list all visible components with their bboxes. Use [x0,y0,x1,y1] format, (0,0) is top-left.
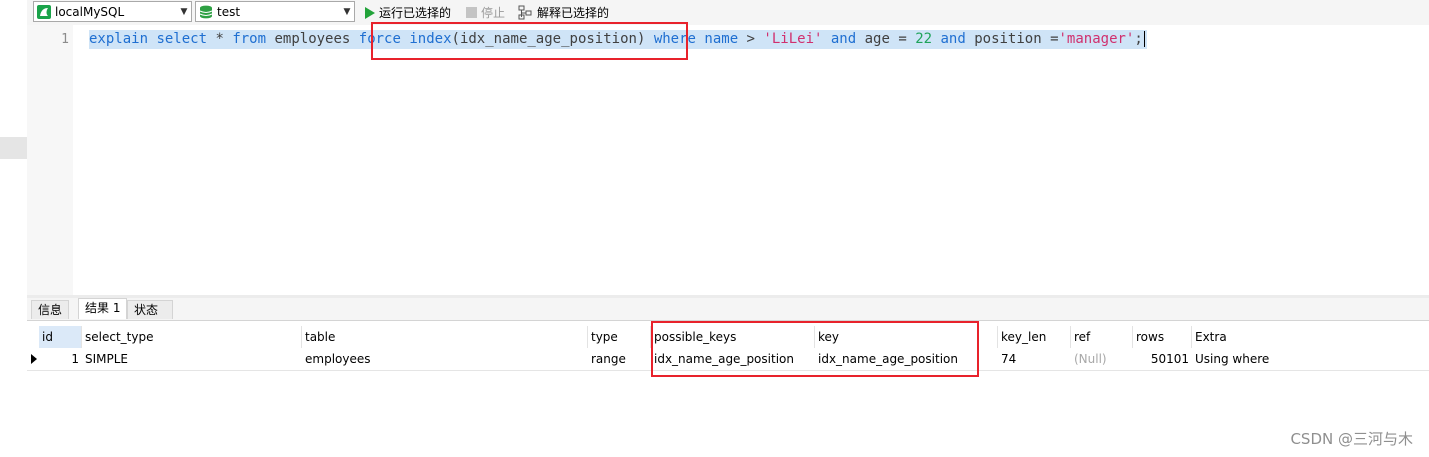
result-tabs: 信息 结果 1 状态 [27,298,1429,321]
cell-type[interactable]: range [588,348,651,370]
left-sidebar-strip [0,0,28,457]
database-select[interactable]: test ▼ [195,1,355,22]
text-cursor [1143,31,1145,47]
line-number-gutter: 1 [27,25,73,295]
line-number: 1 [61,32,69,47]
result-grid[interactable]: id select_type table type possible_keys … [27,321,1429,457]
run-selected-button[interactable]: 运行已选择的 [365,4,451,21]
sql-token: employees [266,31,359,47]
sql-token: name [704,31,739,47]
cell-id[interactable]: 1 [39,348,82,370]
cell-table[interactable]: employees [302,348,588,370]
query-toolbar: localMySQL ▼ test ▼ 运行已选择的 停止 解释已选择的 [27,0,1429,25]
stop-button[interactable]: 停止 [466,4,505,21]
explain-selected-button[interactable]: 解释已选择的 [518,4,609,21]
keys-highlight-box [651,321,979,377]
sql-token: from [232,31,267,47]
explain-selected-label: 解释已选择的 [537,6,610,20]
explain-icon [518,5,532,20]
chevron-down-icon[interactable]: ▼ [177,7,191,17]
column-header-type[interactable]: type [588,326,651,348]
cell-select-type[interactable]: SIMPLE [82,348,302,370]
stop-icon [466,7,477,18]
sql-token: and [940,31,966,47]
cell-key-len[interactable]: 74 [998,348,1071,370]
current-row-indicator-icon [31,354,37,364]
connection-name: localMySQL [55,4,125,19]
mysql-connection-icon [37,4,51,19]
cell-rows[interactable]: 50101 [1133,348,1192,370]
sql-token: 'manager' [1058,31,1135,47]
sql-editor[interactable]: 1 explain select * from employees force … [27,22,1429,295]
cell-extra[interactable]: Using where [1192,348,1429,370]
sql-token: position = [965,31,1059,47]
column-header-select-type[interactable]: select_type [82,326,302,348]
database-icon [199,5,213,18]
run-selected-label: 运行已选择的 [379,6,452,20]
force-index-highlight-box [371,22,688,60]
sql-token: * [207,31,233,47]
tab-status[interactable]: 状态 [127,300,173,319]
column-header-key-len[interactable]: key_len [998,326,1071,348]
cell-ref[interactable]: (Null) [1071,348,1133,370]
stop-label: 停止 [481,6,506,20]
sql-token: age = [856,31,916,47]
play-icon [365,6,375,19]
column-header-table[interactable]: table [302,326,588,348]
sql-token: 'LiLei' [763,31,823,47]
sql-token: > [738,31,764,47]
chevron-down-icon[interactable]: ▼ [340,7,354,17]
database-name: test [217,4,241,19]
sql-token: and [830,31,857,47]
sql-token: 22 [915,31,933,47]
sql-token: explain [89,31,149,47]
column-header-id[interactable]: id [39,326,82,348]
watermark: CSDN @三河与木 [1290,430,1413,448]
sql-token: select [156,31,208,47]
tab-info[interactable]: 信息 [31,300,70,319]
column-header-extra[interactable]: Extra [1192,326,1429,348]
sql-token: ; [1134,31,1143,47]
connection-select[interactable]: localMySQL ▼ [33,1,192,22]
sidebar-collapse-handle[interactable] [0,137,27,159]
column-header-rows[interactable]: rows [1133,326,1192,348]
tab-result-1[interactable]: 结果 1 [78,298,128,319]
column-header-ref[interactable]: ref [1071,326,1133,348]
